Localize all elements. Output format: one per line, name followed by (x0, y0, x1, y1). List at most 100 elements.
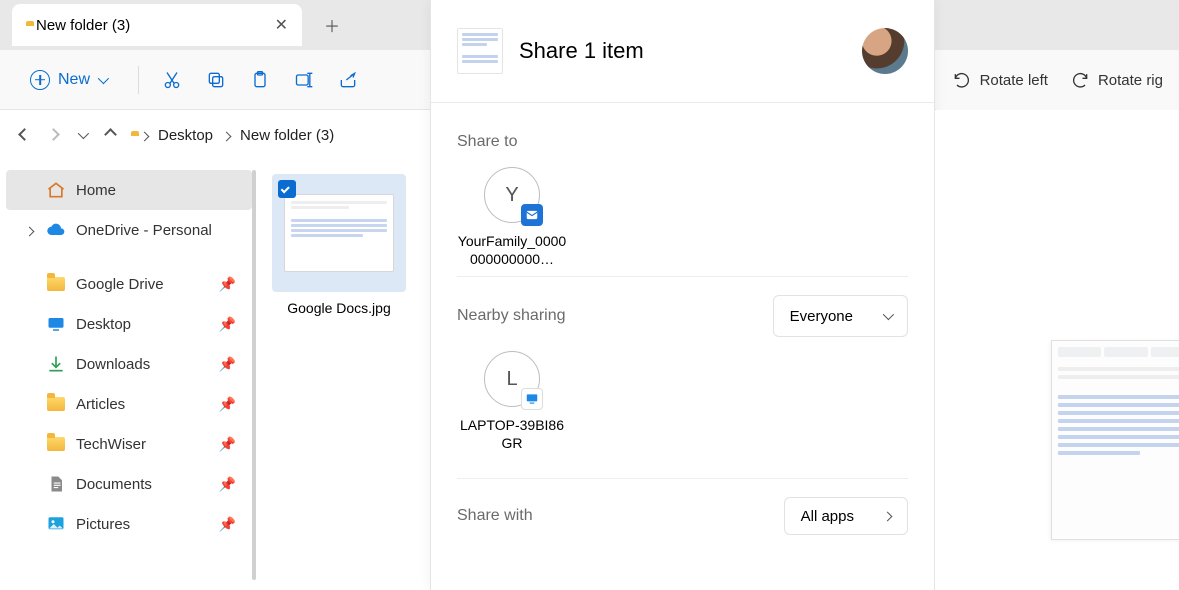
rotate-right-button[interactable]: Rotate rig (1070, 70, 1163, 90)
paste-button[interactable] (249, 69, 271, 91)
nearby-sharing-row: Nearby sharing Everyone (457, 295, 908, 337)
selected-checkbox-icon[interactable] (278, 180, 296, 198)
contact-initial-icon: Y (484, 167, 540, 223)
share-with-row: Share with All apps (457, 497, 908, 535)
file-name: Google Docs.jpg (272, 292, 406, 324)
preview-pane (935, 110, 1179, 590)
rotate-right-label: Rotate rig (1098, 72, 1163, 89)
contact-initial: Y (505, 184, 518, 207)
sidebar-item-desktop[interactable]: Desktop 📌 (6, 304, 252, 344)
chevron-right-icon (223, 127, 230, 144)
sidebar-item-label: Documents (76, 476, 152, 493)
download-icon (46, 354, 66, 374)
cloud-icon (46, 220, 66, 240)
active-tab[interactable]: New folder (3) ✕ (12, 4, 302, 46)
rotate-right-icon (1070, 70, 1090, 90)
chevron-down-icon (883, 309, 894, 320)
sidebar-item-techwiser[interactable]: TechWiser 📌 (6, 424, 252, 464)
cut-button[interactable] (161, 69, 183, 91)
tab-title: New folder (3) (36, 17, 265, 34)
user-avatar[interactable] (862, 28, 908, 74)
sidebar-item-pictures[interactable]: Pictures 📌 (6, 504, 252, 544)
sidebar-item-label: TechWiser (76, 436, 146, 453)
share-with-value: All apps (801, 508, 854, 525)
sidebar-item-label: Pictures (76, 516, 130, 533)
sidebar-item-label: Home (76, 182, 116, 199)
share-with-button[interactable]: All apps (784, 497, 908, 535)
plus-circle-icon (30, 70, 50, 90)
sidebar-item-label: Articles (76, 396, 125, 413)
nav-arrows (20, 126, 115, 144)
outlook-badge-icon (521, 204, 543, 226)
desktop-icon (46, 314, 66, 334)
pc-badge-icon (521, 388, 543, 410)
home-icon (46, 180, 66, 200)
pin-icon[interactable]: 📌 (219, 516, 236, 533)
file-thumbnail[interactable] (272, 174, 406, 292)
nearby-sharing-value: Everyone (790, 308, 853, 325)
share-button[interactable] (337, 69, 359, 91)
pin-icon[interactable]: 📌 (219, 316, 236, 333)
forward-button[interactable] (49, 126, 58, 144)
rotate-left-label: Rotate left (980, 72, 1048, 89)
chevron-right-icon (141, 127, 148, 144)
share-panel: Share 1 item Share to Y YourFamily_00000… (430, 0, 935, 590)
separator (138, 66, 139, 94)
new-button[interactable]: New (20, 64, 116, 96)
file-item[interactable]: Google Docs.jpg (272, 174, 406, 324)
pin-icon[interactable]: 📌 (219, 356, 236, 373)
breadcrumb-item[interactable]: New folder (3) (240, 127, 334, 144)
right-toolbar: Rotate left Rotate rig (936, 50, 1179, 110)
sidebar-item-google-drive[interactable]: Google Drive 📌 (6, 264, 252, 304)
sidebar-item-label: Desktop (76, 316, 131, 333)
chevron-down-icon (98, 72, 109, 83)
breadcrumb[interactable]: Desktop New folder (3) (131, 127, 334, 144)
contact-name: YourFamily_0000000000000… (457, 233, 567, 268)
chevron-right-icon (883, 511, 893, 521)
chevron-right-icon[interactable] (22, 222, 36, 239)
sidebar-item-downloads[interactable]: Downloads 📌 (6, 344, 252, 384)
device-initial: L (506, 368, 517, 391)
close-tab-button[interactable]: ✕ (275, 15, 288, 35)
folder-icon (46, 394, 66, 414)
doc-preview-icon (284, 194, 394, 272)
share-panel-title: Share 1 item (519, 38, 846, 64)
sidebar-item-label: Google Drive (76, 276, 164, 293)
rename-button[interactable] (293, 69, 315, 91)
rotate-left-button[interactable]: Rotate left (952, 70, 1048, 90)
new-tab-button[interactable]: ＋ (312, 5, 352, 45)
nearby-device[interactable]: L LAPTOP-39BI86GR (457, 351, 567, 452)
new-button-label: New (58, 71, 90, 89)
pin-icon[interactable]: 📌 (219, 436, 236, 453)
nearby-sharing-dropdown[interactable]: Everyone (773, 295, 908, 337)
sidebar-item-home[interactable]: Home (6, 170, 252, 210)
sidebar-item-label: Downloads (76, 356, 150, 373)
divider (457, 276, 908, 277)
share-item-thumbnail (457, 28, 503, 74)
nearby-sharing-label: Nearby sharing (457, 307, 566, 325)
pictures-icon (46, 514, 66, 534)
sidebar-item-label: OneDrive - Personal (76, 222, 212, 239)
recent-locations-button[interactable] (78, 126, 86, 144)
up-button[interactable] (106, 126, 115, 144)
pin-icon[interactable]: 📌 (219, 276, 236, 293)
divider (457, 478, 908, 479)
device-initial-icon: L (484, 351, 540, 407)
back-button[interactable] (20, 126, 29, 144)
copy-button[interactable] (205, 69, 227, 91)
pin-icon[interactable]: 📌 (219, 396, 236, 413)
sidebar-item-onedrive[interactable]: OneDrive - Personal (6, 210, 252, 250)
sidebar-item-articles[interactable]: Articles 📌 (6, 384, 252, 424)
sidebar-item-documents[interactable]: Documents 📌 (6, 464, 252, 504)
folder-icon (46, 274, 66, 294)
breadcrumb-item[interactable]: Desktop (158, 127, 213, 144)
sidebar[interactable]: Home OneDrive - Personal Google Drive 📌 … (0, 160, 258, 590)
image-preview[interactable] (1051, 340, 1179, 540)
folder-icon (46, 434, 66, 454)
share-panel-body: Share to Y YourFamily_0000000000000… Nea… (431, 103, 934, 569)
share-contact[interactable]: Y YourFamily_0000000000000… (457, 167, 567, 268)
rotate-left-icon (952, 70, 972, 90)
pin-icon[interactable]: 📌 (219, 476, 236, 493)
document-icon (46, 474, 66, 494)
device-name: LAPTOP-39BI86GR (457, 417, 567, 452)
